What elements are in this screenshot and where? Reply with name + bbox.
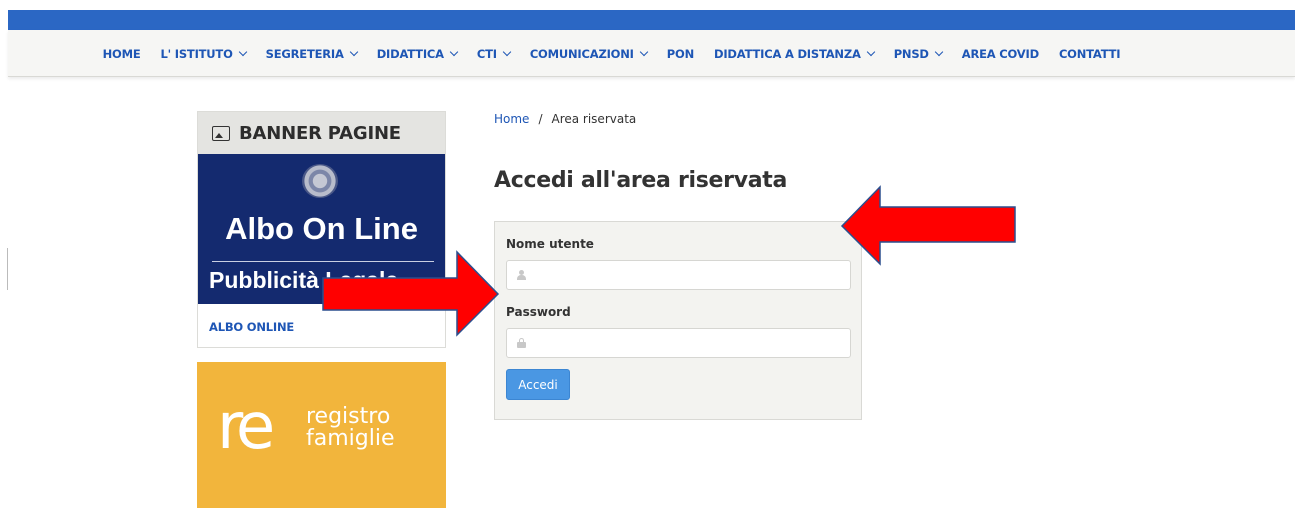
breadcrumb-separator: /	[538, 112, 543, 126]
registro-line2: famiglie	[306, 426, 395, 451]
chevron-down-icon	[866, 47, 875, 56]
chevron-down-icon	[238, 47, 247, 56]
nav-item-comunicazioni[interactable]: COMUNICAZIONI	[529, 46, 649, 61]
nav-item-home[interactable]: HOME	[103, 47, 141, 61]
divider	[7, 248, 8, 290]
main-navigation: HOME L' ISTITUTO SEGRETERIA DIDATTICA CTI COM…	[8, 30, 1295, 77]
arrow-left-icon	[840, 185, 1016, 266]
chevron-down-icon	[639, 47, 649, 56]
nav-item-pnsd[interactable]: PNSD	[893, 46, 944, 61]
nav-item-didattica[interactable]: DIDATTICA	[376, 46, 459, 61]
nav-item-contatti[interactable]: CONTATTI	[1058, 46, 1121, 61]
chevron-down-icon	[449, 47, 459, 56]
page-title: Accedi all'area riservata	[494, 168, 788, 193]
lock-icon	[517, 338, 526, 348]
nav-menu: HOME L' ISTITUTO SEGRETERIA DIDATTICA CTI COM…	[8, 30, 1295, 77]
registro-famiglie-banner[interactable]: re registro famiglie	[197, 362, 446, 508]
chevron-down-icon	[934, 47, 944, 56]
nav-item-segreteria[interactable]: SEGRETERIA	[265, 46, 358, 61]
nav-item-cti[interactable]: CTI	[476, 46, 512, 61]
user-icon	[517, 270, 526, 280]
nav-item-label: L' ISTITUTO	[160, 46, 233, 61]
nav-item-label: COMUNICAZIONI	[529, 46, 634, 61]
nav-item-didattica-a-distanza[interactable]: DIDATTICA A DISTANZA	[714, 46, 875, 61]
top-color-bar	[8, 10, 1295, 30]
image-icon	[212, 125, 230, 141]
breadcrumb-current: Area riservata	[551, 112, 637, 126]
nav-item-label: PNSD	[893, 46, 929, 61]
banner-title: BANNER PAGINE	[239, 122, 401, 144]
albo-title: Albo On Line	[225, 211, 418, 246]
nav-item-label: PON	[666, 46, 694, 61]
italian-emblem-icon	[302, 164, 338, 198]
registro-text: registro famiglie	[306, 406, 395, 450]
registro-logo: re	[217, 390, 275, 464]
username-field[interactable]	[506, 260, 851, 290]
banner-header: BANNER PAGINE	[198, 112, 445, 154]
password-field[interactable]	[506, 328, 851, 358]
registro-line1: registro	[306, 404, 391, 429]
albo-online-link[interactable]: ALBO ONLINE	[209, 320, 294, 334]
password-label: Password	[506, 305, 571, 319]
nav-item-label: AREA COVID	[961, 46, 1039, 61]
nav-item-label: HOME	[102, 46, 141, 61]
chevron-down-icon	[349, 47, 358, 56]
breadcrumb: Home / Area riservata	[494, 112, 636, 126]
nav-item-label: DIDATTICA A DISTANZA	[714, 46, 861, 61]
nav-item-label: DIDATTICA	[376, 46, 444, 61]
arrow-right-icon	[322, 250, 500, 337]
login-form: Nome utente Password Accedi	[494, 221, 862, 420]
username-input[interactable]	[536, 262, 836, 288]
nav-item-area-covid[interactable]: AREA COVID	[962, 47, 1039, 61]
nav-item-l-istituto[interactable]: L' ISTITUTO	[160, 46, 247, 61]
chevron-down-icon	[502, 47, 512, 56]
nav-item-label: SEGRETERIA	[265, 46, 344, 61]
breadcrumb-home-link[interactable]: Home	[494, 112, 529, 126]
password-input[interactable]	[536, 330, 836, 356]
username-label: Nome utente	[506, 237, 594, 251]
nav-item-pon[interactable]: PON	[667, 47, 694, 61]
nav-item-label: CTI	[476, 46, 497, 61]
login-button[interactable]: Accedi	[506, 369, 570, 400]
nav-item-label: CONTATTI	[1058, 46, 1121, 61]
